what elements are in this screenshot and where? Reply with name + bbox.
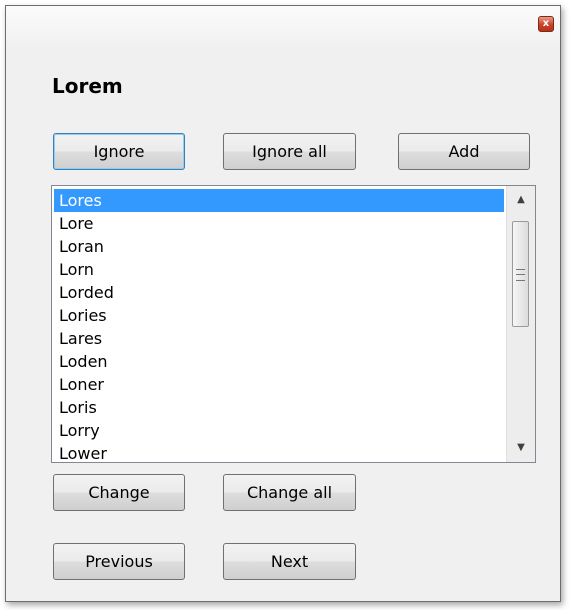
close-button[interactable]: x [538,16,554,32]
list-item[interactable]: Lore [54,212,504,235]
list-item[interactable]: Loran [54,235,504,258]
ignore-button[interactable]: Ignore [53,133,185,170]
ignore-all-button[interactable]: Ignore all [223,133,356,170]
list-item[interactable]: Loner [54,373,504,396]
next-button[interactable]: Next [223,543,356,580]
scrollbar-grip-icon [516,269,525,281]
scroll-up-arrow-icon[interactable]: ▲ [507,186,535,214]
suggestions-list[interactable]: Lores Lore Loran Lorn Lorded Lories Lares Loden… [51,185,536,463]
scroll-down-arrow-icon[interactable]: ▼ [507,434,535,462]
title-bar: x [6,6,560,46]
spelling-dialog: x Lorem Ignore Ignore all Add Lores Lore L… [5,5,561,602]
vertical-scrollbar[interactable]: ▲ ▼ [506,186,535,462]
suggestions-list-items: Lores Lore Loran Lorn Lorded Lories Lares Loden… [54,189,504,462]
scrollbar-thumb[interactable] [512,221,529,327]
dialog-heading: Lorem [52,74,123,98]
add-button[interactable]: Add [398,133,530,170]
list-item[interactable]: Lories [54,304,504,327]
list-item[interactable]: Lower [54,442,504,462]
list-item[interactable]: Loden [54,350,504,373]
close-icon: x [542,18,550,29]
change-button[interactable]: Change [53,474,185,511]
list-item[interactable]: Loris [54,396,504,419]
list-item[interactable]: Lares [54,327,504,350]
previous-button[interactable]: Previous [53,543,185,580]
list-item[interactable]: Lorded [54,281,504,304]
list-item[interactable]: Lorn [54,258,504,281]
change-all-button[interactable]: Change all [223,474,356,511]
list-item[interactable]: Lores [54,189,504,212]
list-item[interactable]: Lorry [54,419,504,442]
